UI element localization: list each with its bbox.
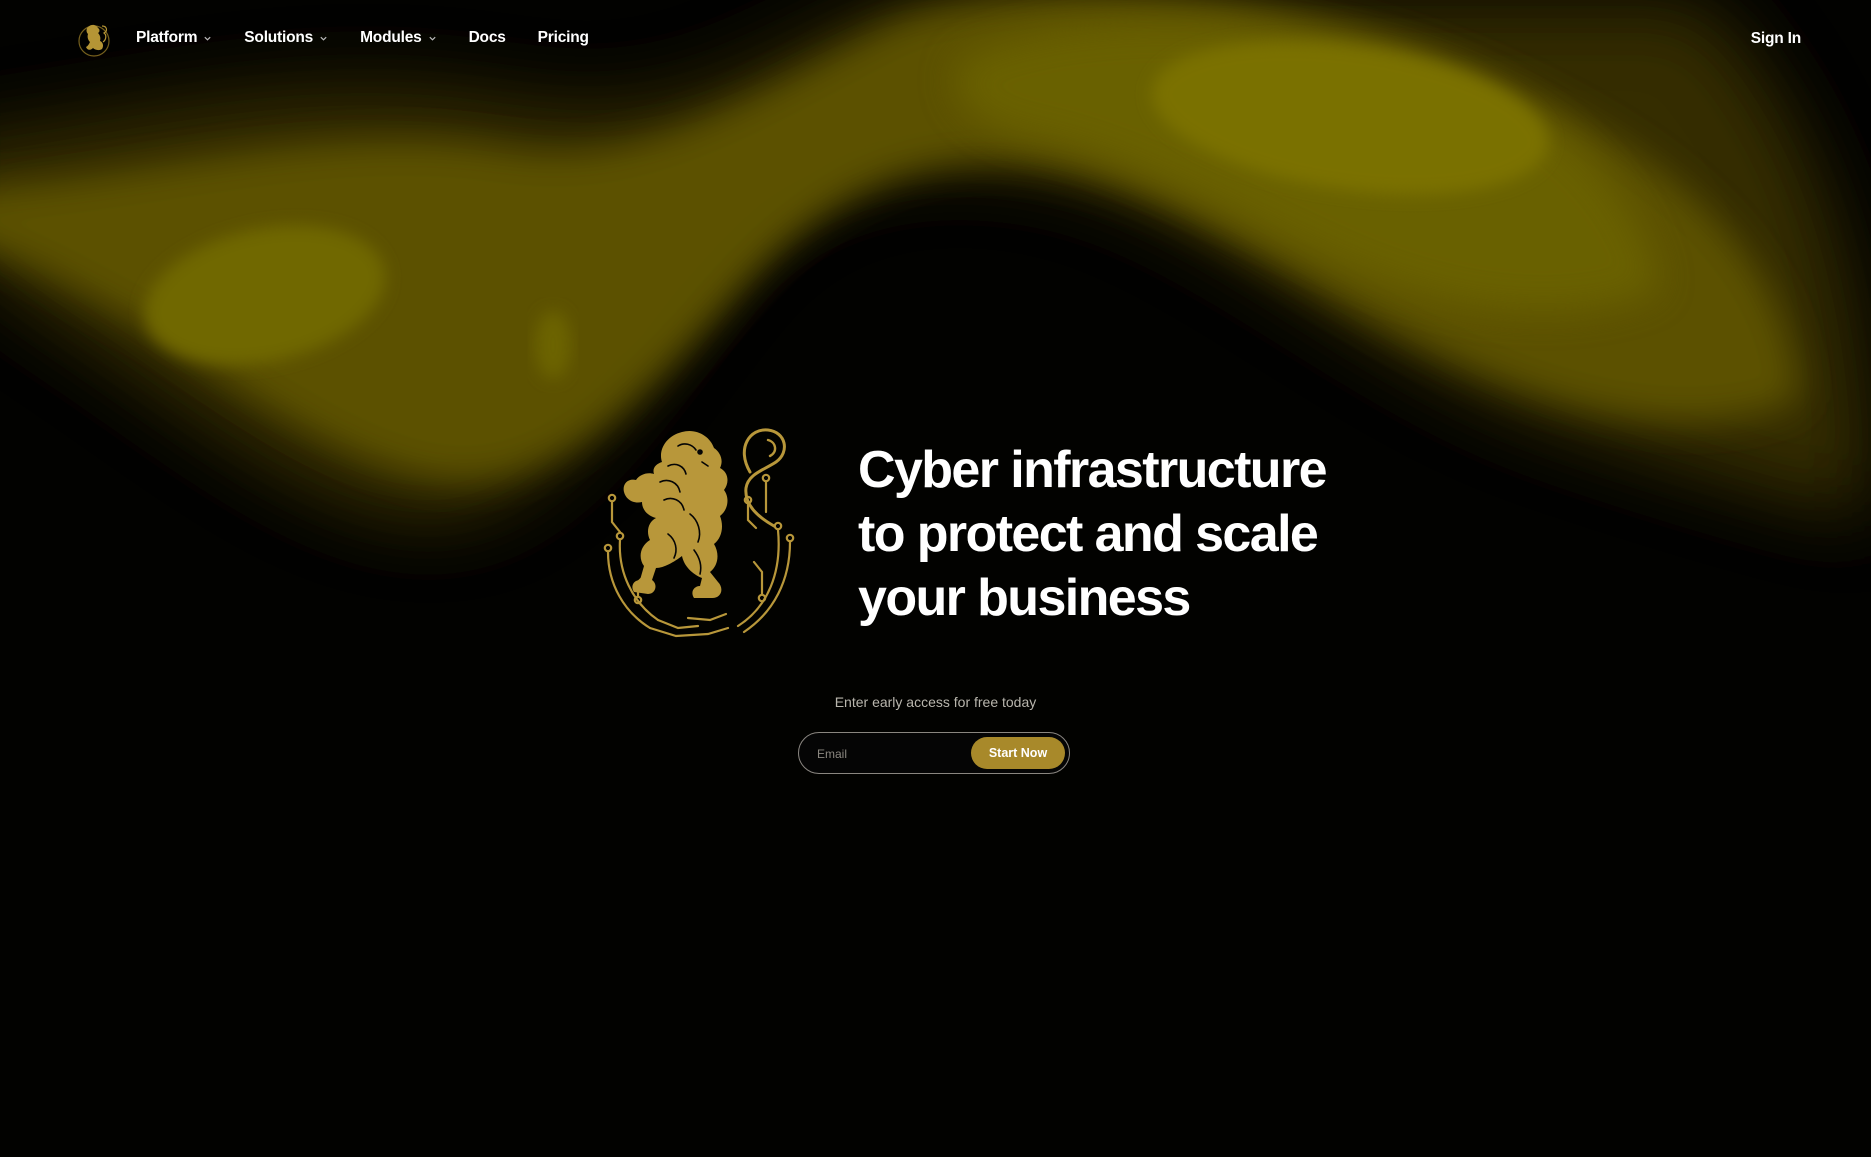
top-navbar: Platform Solutions Modules Docs Pricing … <box>0 0 1871 84</box>
nav-item-docs[interactable]: Docs <box>469 29 506 47</box>
landing-page: Platform Solutions Modules Docs Pricing … <box>0 0 1871 1157</box>
nav-item-modules[interactable]: Modules <box>360 29 436 47</box>
lion-circuit-emblem-icon <box>603 428 795 638</box>
nav-item-label: Docs <box>468 29 506 46</box>
nav-item-label: Platform <box>136 29 198 46</box>
chevron-down-icon <box>428 36 436 41</box>
headline-line-2: to protect and scale <box>858 505 1319 563</box>
email-input[interactable] <box>815 741 969 767</box>
nav-item-platform[interactable]: Platform <box>136 29 212 47</box>
chevron-down-icon <box>320 36 327 41</box>
lion-crest-icon[interactable] <box>76 20 112 60</box>
nav-item-label: Pricing <box>537 29 589 46</box>
headline-line-3: your business <box>858 569 1191 627</box>
nav-item-label: Modules <box>360 29 422 46</box>
chevron-down-icon <box>204 36 211 41</box>
headline-line-1: Cyber infrastructure <box>858 441 1328 499</box>
start-now-button[interactable]: Start Now <box>971 737 1065 769</box>
hero-headline: Cyber infrastructure to protect and scal… <box>858 438 1378 630</box>
sign-in-link[interactable]: Sign In <box>1751 30 1801 48</box>
nav-links: Platform Solutions Modules Docs Pricing <box>136 29 621 47</box>
early-access-subtext: Enter early access for free today <box>834 694 1037 710</box>
nav-item-solutions[interactable]: Solutions <box>244 29 328 47</box>
nav-item-label: Solutions <box>244 29 314 46</box>
email-signup-form: Start Now <box>798 732 1070 774</box>
nav-item-pricing[interactable]: Pricing <box>538 29 589 47</box>
